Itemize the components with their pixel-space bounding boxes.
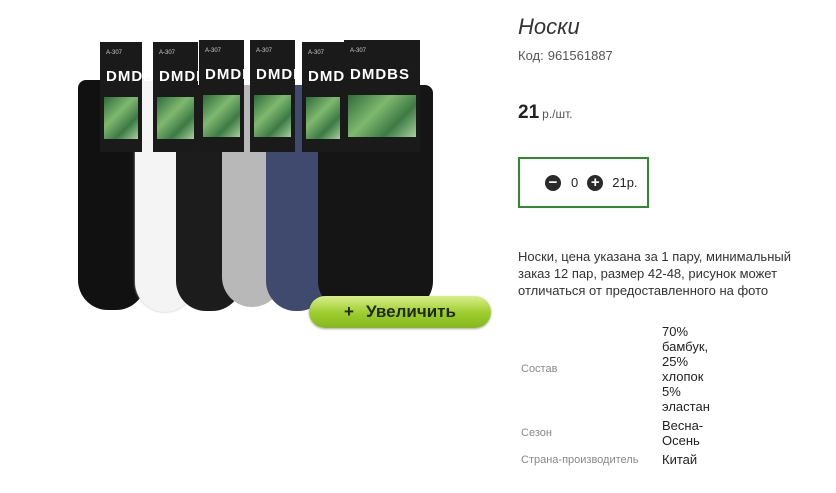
product-description: Носки, цена указана за 1 пару, минимальн…: [518, 249, 791, 298]
price-unit: р./шт.: [542, 107, 573, 121]
product-code-label: Код:: [518, 48, 544, 63]
sock-tag: A-307 DMDBS: [153, 42, 218, 152]
product-title: Носки: [518, 14, 580, 39]
zoom-button[interactable]: + Увеличить: [309, 296, 491, 328]
tag-code: A-307: [308, 50, 325, 56]
plus-icon[interactable]: +: [587, 174, 604, 191]
bamboo-image: [306, 97, 340, 139]
properties-table: Состав 70% бамбук, 25% хлопок 5% эластан…: [518, 322, 725, 469]
property-label: Сезон: [521, 427, 552, 439]
property-label: Страна-производитель: [521, 453, 639, 466]
bamboo-image: [203, 95, 240, 137]
tag-brand: DMDBS: [350, 66, 410, 83]
tag-code: A-307: [350, 48, 367, 54]
bamboo-image: [348, 95, 416, 137]
product-price: 21 р./шт.: [518, 102, 573, 124]
property-row: Сезон Весна-Осень: [518, 416, 725, 450]
sock-tag: A-307 DMDBS: [250, 40, 315, 152]
zoom-button-label: Увеличить: [365, 302, 456, 321]
price-value: 21: [518, 102, 540, 123]
tag-code: A-307: [159, 50, 176, 56]
property-row: Состав 70% бамбук, 25% хлопок 5% эластан: [518, 322, 725, 416]
product-code: Код: 961561887: [518, 48, 613, 63]
minus-icon[interactable]: −: [545, 174, 561, 191]
sock-tag: A-307 DMDBS: [100, 42, 165, 152]
property-label: Состав: [521, 363, 558, 375]
property-value: Весна-Осень: [662, 418, 704, 448]
tag-code: A-307: [106, 50, 123, 56]
property-row: Страна-производитель Китай: [518, 450, 725, 469]
quantity-total: 21р.: [612, 175, 638, 190]
plus-icon: +: [344, 302, 354, 321]
tag-code: A-307: [256, 48, 273, 54]
quantity-value: 0: [571, 175, 579, 190]
sock-tag: A-307 DMDBS: [199, 40, 264, 152]
property-value: 70% бамбук, 25% хлопок 5% эластан: [662, 324, 710, 414]
quantity-stepper: − 0 + 21р.: [518, 157, 649, 208]
property-value: Китай: [662, 452, 698, 467]
bamboo-image: [254, 95, 291, 137]
product-image[interactable]: A-307 DMDBS A-307 DMDBS A-307 DMDBS A-30…: [0, 0, 500, 340]
tag-code: A-307: [205, 48, 222, 54]
sock-tag: A-307 DMDBS: [344, 40, 420, 152]
bamboo-image: [104, 97, 138, 139]
sock-tag: A-307 DMDBS: [302, 42, 367, 152]
bamboo-image: [157, 97, 194, 139]
product-code-value: 961561887: [547, 48, 613, 63]
